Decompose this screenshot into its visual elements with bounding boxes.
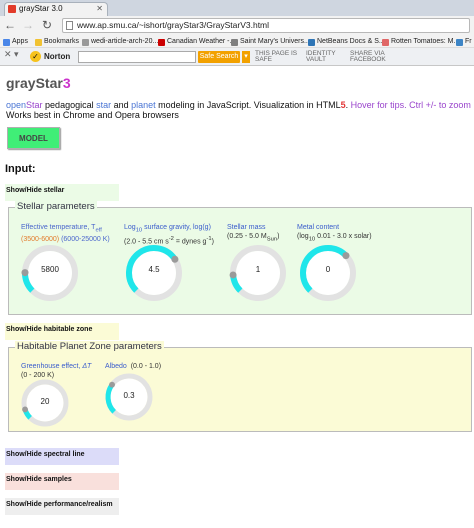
stellar-panel: Stellar parameters Effective temperature… [8, 201, 472, 315]
page-content: grayStar3 openStar pedagogical star and … [0, 67, 474, 528]
model-button[interactable]: MODEL [7, 127, 60, 149]
close-tab-icon[interactable]: ✕ [96, 3, 103, 15]
page-icon [456, 39, 463, 46]
gauge-knob[interactable] [342, 252, 350, 260]
bookmark-item[interactable]: NetBeans Docs & S... [308, 37, 385, 47]
bookmarks-bar: Apps Bookmarks wedi-article-arch-20... C… [0, 36, 474, 48]
metal-value: 0 [325, 265, 331, 274]
browser-tab-bar: grayStar 3.0 ✕ [0, 0, 474, 16]
intro-text: openStar pedagogical star and planet mod… [6, 100, 471, 120]
apps-icon [3, 39, 10, 46]
toggle-samples[interactable]: Show/Hide samples [5, 473, 119, 490]
page-icon [82, 39, 89, 46]
stellar-panel-title: Stellar parameters [15, 201, 97, 212]
star-folder-icon [35, 39, 42, 46]
toolbar-menu-icon[interactable]: ✕ ▾ [4, 50, 19, 59]
reload-icon[interactable]: ↻ [40, 18, 54, 32]
identity-vault-button[interactable]: IDENTITY VAULT [306, 50, 336, 63]
browser-nav-bar: ← → ↻ www.ap.smu.ca/~ishort/grayStar3/Gr… [0, 16, 474, 36]
bookmark-item[interactable]: Rotten Tomatoes: M... [382, 37, 459, 47]
page-icon [231, 39, 238, 46]
gauge-knob[interactable] [22, 406, 28, 413]
mass-value: 1 [255, 265, 261, 274]
netbeans-icon [308, 39, 315, 46]
page-icon [66, 21, 73, 30]
toggle-habitable-zone[interactable]: Show/Hide habitable zone [5, 323, 119, 340]
habitable-panel: Habitable Planet Zone parameters Greenho… [8, 341, 472, 432]
maple-leaf-icon [158, 39, 165, 46]
norton-brand: Norton [44, 52, 71, 61]
page-title: grayStar3 [6, 75, 71, 91]
toggle-stellar[interactable]: Show/Hide stellar [5, 184, 119, 201]
greenhouse-value: 20 [40, 397, 50, 406]
norton-check-icon: ✓ [30, 51, 41, 62]
albedo-caption: Albedo (0.0 - 1.0) [105, 363, 162, 370]
habitable-panel-title: Habitable Planet Zone parameters [15, 341, 164, 352]
gauge-knob[interactable] [171, 255, 179, 263]
input-heading: Input: [5, 163, 36, 175]
safe-search-button[interactable]: Safe Search [198, 51, 240, 63]
norton-search-input[interactable] [78, 51, 196, 63]
bookmark-item[interactable]: Apps [3, 37, 28, 47]
bookmark-item[interactable]: wedi-article-arch-20... [82, 37, 158, 47]
toggle-spectral-line[interactable]: Show/Hide spectral line [5, 448, 119, 465]
browser-tab[interactable]: grayStar 3.0 ✕ [4, 2, 108, 16]
favicon-icon [8, 5, 16, 13]
tomato-icon [382, 39, 389, 46]
address-url: www.ap.smu.ca/~ishort/grayStar3/GrayStar… [77, 20, 270, 30]
tab-title: grayStar 3.0 [19, 4, 63, 13]
address-bar[interactable]: www.ap.smu.ca/~ishort/grayStar3/GrayStar… [62, 18, 470, 33]
back-icon[interactable]: ← [3, 18, 17, 32]
norton-toolbar: ✕ ▾ ✓ Norton Safe Search ▾ THIS PAGE IS S… [0, 48, 474, 66]
forward-icon[interactable]: → [21, 18, 35, 32]
logg-value: 4.5 [148, 265, 160, 274]
gauge-knob[interactable] [109, 381, 115, 388]
safe-page-indicator[interactable]: THIS PAGE IS SAFE [255, 50, 297, 63]
bookmark-item[interactable]: Saint Mary's Univers... [231, 37, 310, 47]
bookmark-item[interactable]: Bookmarks [35, 37, 79, 47]
chevron-down-icon[interactable]: ▾ [242, 51, 250, 63]
toggle-performance-realism[interactable]: Show/Hide performance/realism [5, 498, 119, 515]
bookmark-item[interactable]: Canadian Weather -... [158, 37, 235, 47]
share-facebook-button[interactable]: SHARE VIA FACEBOOK [350, 50, 386, 63]
albedo-value: 0.3 [123, 391, 135, 400]
teff-value: 5800 [41, 265, 59, 274]
bookmark-item[interactable]: Fr [456, 37, 472, 47]
